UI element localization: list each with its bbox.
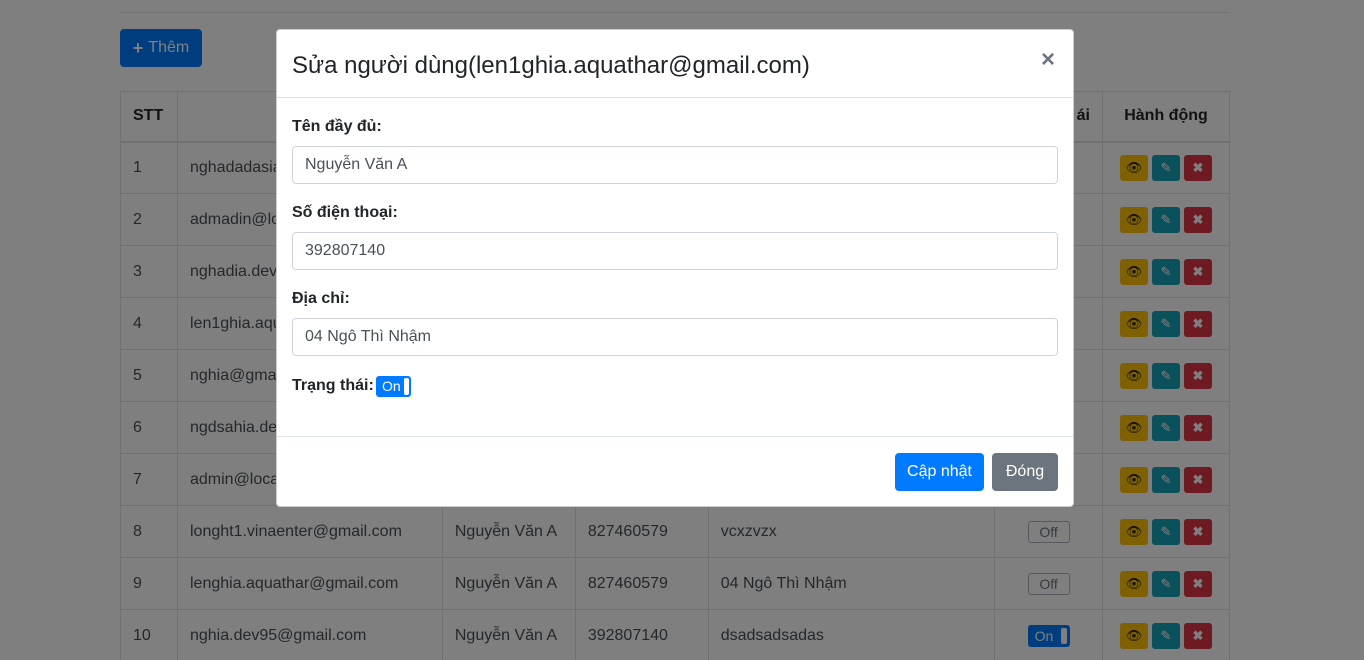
close-icon[interactable]: ×: [1041, 48, 1055, 72]
modal-title: Sửa người dùng(len1ghia.aquathar@gmail.c…: [292, 52, 810, 79]
status-label: Trạng thái:: [292, 377, 374, 394]
status-toggle[interactable]: On: [376, 376, 411, 397]
modal-footer: Cập nhật Đóng: [277, 436, 1073, 506]
address-label: Địa chỉ:: [292, 290, 350, 307]
fullname-field[interactable]: Nguyễn Văn A: [292, 146, 1058, 184]
close-button[interactable]: Đóng: [992, 453, 1058, 491]
phone-label: Số điện thoại:: [292, 204, 398, 221]
modal-body: Tên đầy đủ: Nguyễn Văn A Số điện thoại: …: [277, 98, 1073, 437]
edit-user-modal: Sửa người dùng(len1ghia.aquathar@gmail.c…: [276, 29, 1074, 507]
update-button[interactable]: Cập nhật: [895, 453, 984, 491]
modal-header: Sửa người dùng(len1ghia.aquathar@gmail.c…: [277, 30, 1073, 98]
fullname-label: Tên đầy đủ:: [292, 118, 382, 135]
phone-field[interactable]: 392807140: [292, 232, 1058, 270]
user-management-page: + Thêm STT ái Hành động 1nghadadasia👁✎✖2…: [0, 0, 1364, 660]
address-field[interactable]: 04 Ngô Thì Nhậm: [292, 318, 1058, 356]
